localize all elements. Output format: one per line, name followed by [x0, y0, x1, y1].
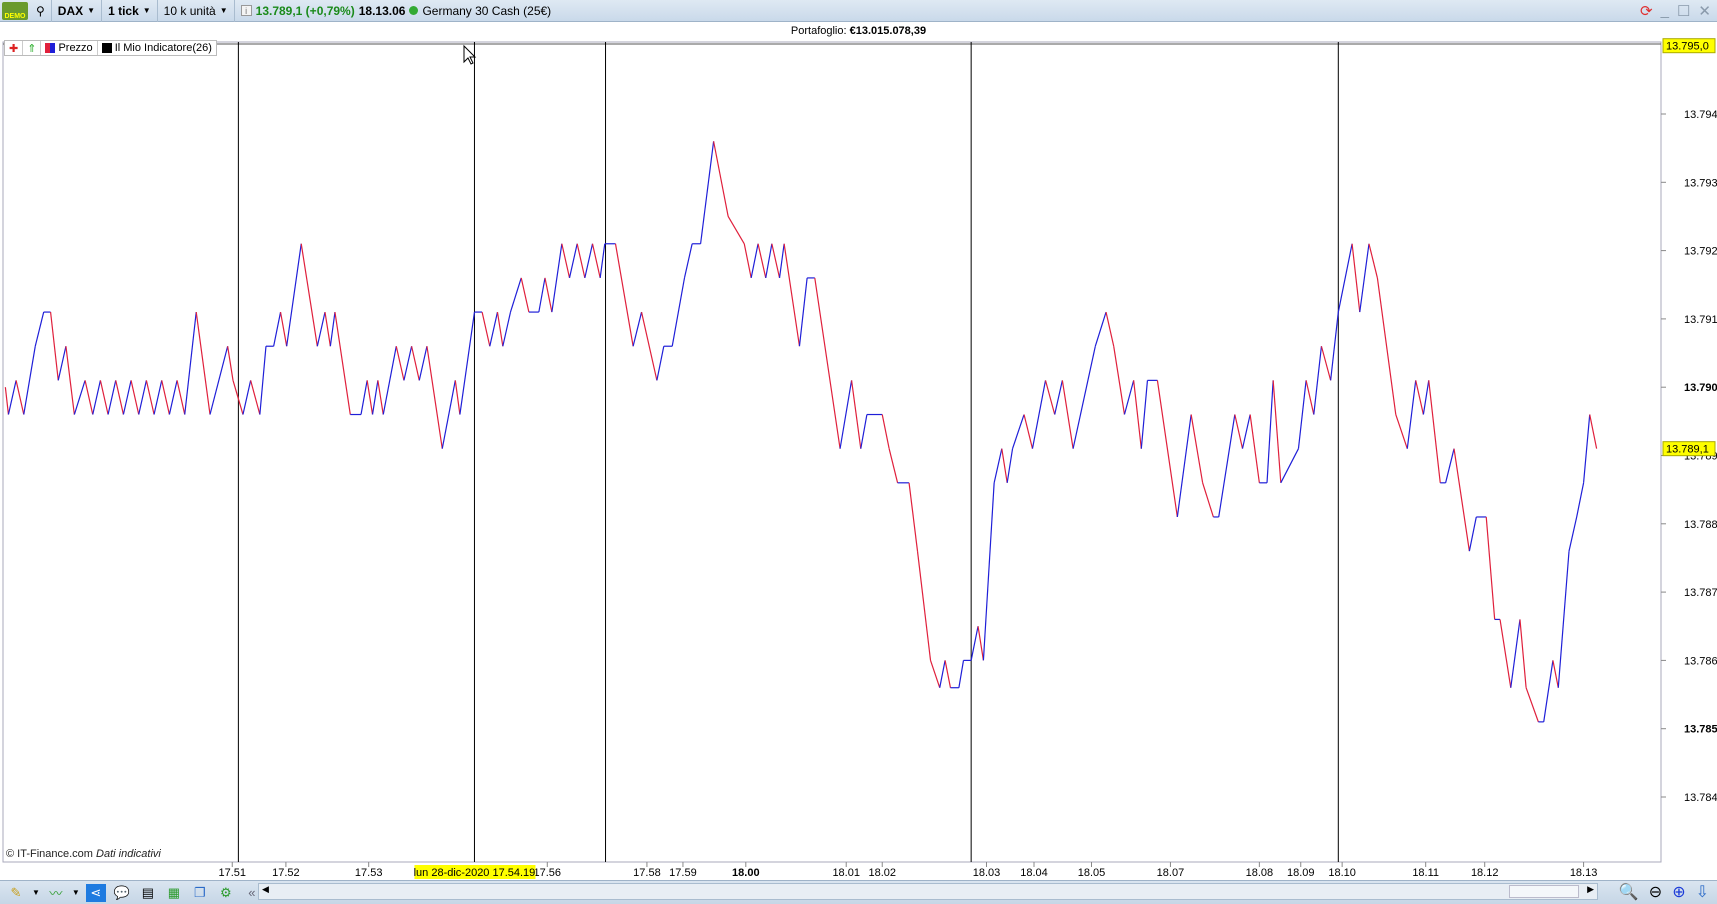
x-tick-label: 18.13: [1570, 867, 1598, 879]
x-tick-label: 17.59: [669, 867, 697, 879]
y-tick-label: 13.792: [1684, 246, 1717, 258]
x-tick-label: 18.12: [1471, 867, 1499, 879]
windows-icon[interactable]: ❐: [190, 884, 210, 902]
x-tick-label: 18.08: [1246, 867, 1274, 879]
x-tick-label: 18.00: [732, 867, 760, 879]
scrollbar-thumb[interactable]: [1509, 885, 1579, 898]
legend-item-prezzo[interactable]: Prezzo: [41, 41, 98, 55]
settings-icon[interactable]: ⚙: [216, 884, 236, 902]
x-tick-label: 17.58: [633, 867, 661, 879]
chart-legend: ✚ ⇑ Prezzo Il Mio Indicatore(26): [4, 40, 217, 56]
zoom-fit-icon[interactable]: 🔍: [1619, 882, 1639, 902]
chart-scrollbar[interactable]: ◀ ▶: [258, 883, 1598, 900]
y-tick-label: 13.793: [1684, 177, 1717, 189]
x-tick-label: 17.52: [272, 867, 300, 879]
download-icon[interactable]: ⇩: [1696, 882, 1709, 902]
x-tick-label: 18.11: [1412, 867, 1439, 879]
zoom-out-icon[interactable]: ⊖: [1649, 882, 1662, 902]
copyright: © IT-Finance.com Dati indicativi: [6, 848, 161, 860]
y-tick-label: 13.785: [1684, 724, 1717, 736]
x-tick-label: 18.07: [1157, 867, 1185, 879]
y-tick-label: 13.788: [1684, 519, 1717, 531]
price-chart[interactable]: 13.79413.79313.79213.79113.79013.78913.7…: [0, 0, 1717, 880]
x-tick-label: 18.10: [1328, 867, 1356, 879]
x-tick-label: 18.02: [868, 867, 896, 879]
expand-icon[interactable]: ⇑: [23, 41, 42, 55]
x-tick-label: 18.01: [832, 867, 860, 879]
price-badge-label: 13.789,1: [1666, 444, 1709, 456]
y-tick-label: 13.794: [1684, 109, 1717, 121]
y-tick-label: 13.790: [1684, 382, 1717, 394]
data-note: Dati indicativi: [96, 848, 161, 860]
chevron-down-icon[interactable]: ▼: [72, 888, 80, 897]
legend-label: Prezzo: [58, 42, 93, 54]
x-tick-label: 18.09: [1287, 867, 1315, 879]
price-badge-label: 13.795,0: [1666, 41, 1709, 53]
x-tick-label: 18.03: [973, 867, 1001, 879]
x-tick-label: 17.56: [534, 867, 562, 879]
list-icon[interactable]: ▤: [138, 884, 158, 902]
scroll-right-icon[interactable]: ▶: [1587, 884, 1594, 895]
y-tick-label: 13.791: [1684, 314, 1717, 326]
x-tick-label: 17.53: [355, 867, 383, 879]
drawing-tools-icon[interactable]: ✎: [6, 884, 26, 902]
share-icon[interactable]: ⋖: [85, 883, 106, 902]
orderbook-icon[interactable]: ▦: [164, 884, 184, 902]
legend-label: Il Mio Indicatore(26): [114, 42, 212, 54]
y-tick-label: 13.784: [1684, 792, 1717, 804]
crosshair-time-label: lun 28-dic-2020 17.54.19: [414, 867, 536, 879]
indicators-icon[interactable]: 〰: [46, 884, 66, 902]
zoom-in-icon[interactable]: ⊕: [1672, 882, 1685, 902]
chevron-down-icon[interactable]: ▼: [32, 888, 40, 897]
plot-area: [2, 41, 1662, 863]
legend-item-indicator[interactable]: Il Mio Indicatore(26): [98, 41, 216, 55]
x-tick-label: 17.51: [218, 867, 246, 879]
y-tick-label: 13.786: [1684, 655, 1717, 667]
x-tick-label: 18.05: [1078, 867, 1106, 879]
y-tick-label: 13.787: [1684, 587, 1717, 599]
collapse-icon[interactable]: ✚: [5, 41, 24, 55]
scroll-left-icon[interactable]: ◀: [262, 884, 269, 895]
chat-icon[interactable]: 💬: [112, 884, 132, 902]
x-tick-label: 18.04: [1020, 867, 1048, 879]
